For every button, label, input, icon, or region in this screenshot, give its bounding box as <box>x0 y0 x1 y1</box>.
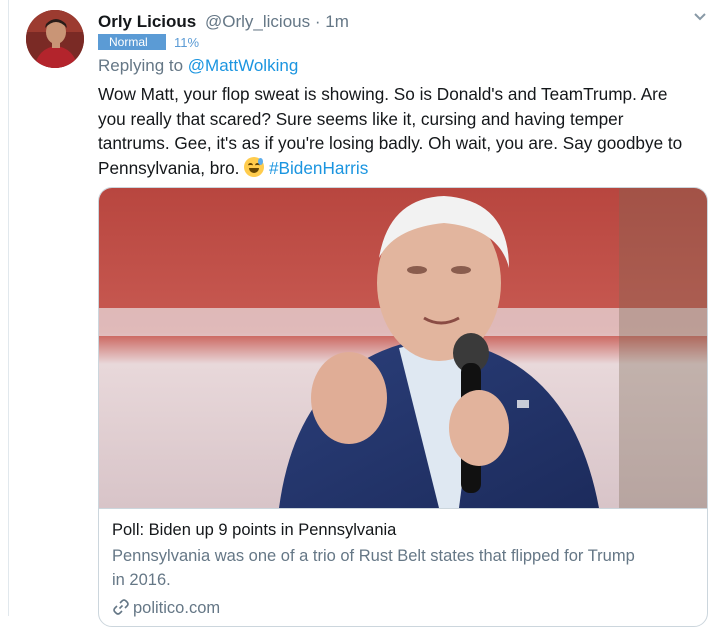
card-description-line: in 2016. <box>112 570 171 589</box>
display-name[interactable]: Orly Licious <box>98 12 196 31</box>
replying-handle-link[interactable]: @MattWolking <box>188 56 298 75</box>
tweet-line: tantrums. Gee, it's as if you're losing … <box>98 133 683 153</box>
link-preview-card[interactable]: Poll: Biden up 9 points in Pennsylvania … <box>98 187 708 627</box>
user-handle[interactable]: @Orly_licious <box>205 12 310 31</box>
hashtag-link[interactable]: #BidenHarris <box>269 158 368 178</box>
replying-to: Replying to @MattWolking <box>98 56 298 76</box>
chevron-down-icon[interactable] <box>690 10 710 24</box>
timeline-rule <box>8 0 9 616</box>
card-domain-text: politico.com <box>133 599 221 617</box>
card-image <box>99 188 707 508</box>
tweet-line-last: Pennsylvania, bro. #BidenHarris <box>98 156 710 181</box>
tweet-line: you really that scared? Sure seems like … <box>98 108 624 129</box>
tweet-header: Orly Licious @Orly_licious · 1m <box>98 12 349 32</box>
card-description: Pennsylvania was one of a trio of Rust B… <box>112 545 697 592</box>
badge-percent: 11% <box>174 34 200 50</box>
tweet-line: Wow Matt, your flop sweat is showing. So… <box>98 84 668 104</box>
replying-prefix: Replying to <box>98 56 184 75</box>
sweat-smile-emoji <box>244 156 265 177</box>
separator-dot: · <box>314 12 321 31</box>
tweet-line: Pennsylvania, bro. <box>98 157 240 178</box>
badge-row: Normal 11% <box>98 34 199 50</box>
card-title[interactable]: Poll: Biden up 9 points in Pennsylvania <box>112 519 396 541</box>
tweet-text: Wow Matt, your flop sweat is showing. So… <box>98 82 710 180</box>
card-description-line: Pennsylvania was one of a trio of Rust B… <box>112 547 635 565</box>
timestamp[interactable]: 1m <box>325 12 349 31</box>
status-badge: Normal <box>98 34 166 50</box>
link-icon <box>113 599 129 615</box>
avatar[interactable] <box>26 10 84 68</box>
card-body: Poll: Biden up 9 points in Pennsylvania … <box>99 508 707 617</box>
